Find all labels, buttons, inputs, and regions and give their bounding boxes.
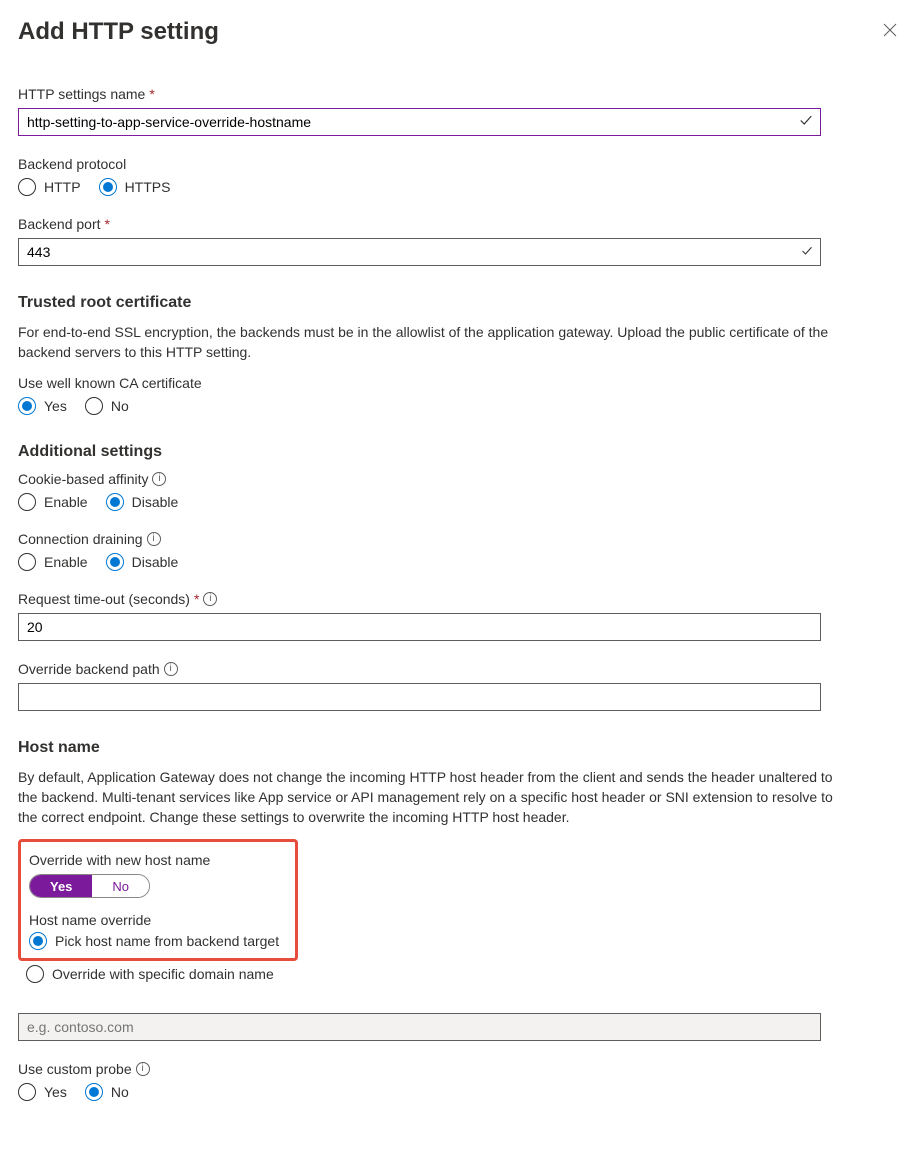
radio-icon [18,553,36,571]
info-icon[interactable]: i [203,592,217,606]
cookie-affinity-disable[interactable]: Disable [106,493,179,511]
info-icon[interactable]: i [147,532,161,546]
radio-icon [18,397,36,415]
connection-draining-enable[interactable]: Enable [18,553,88,571]
radio-icon [85,397,103,415]
info-icon[interactable]: i [152,472,166,486]
override-new-host-no[interactable]: No [92,875,149,897]
cookie-affinity-label: Cookie-based affinity [18,471,148,487]
custom-probe-yes[interactable]: Yes [18,1083,67,1101]
override-new-host-label: Override with new host name [29,852,210,868]
host-name-override-specific-label: Override with specific domain name [52,966,274,982]
custom-probe-yes-label: Yes [44,1084,67,1100]
request-timeout-input[interactable] [18,613,821,641]
override-backend-path-input[interactable] [18,683,821,711]
custom-probe-no[interactable]: No [85,1083,129,1101]
required-marker: * [149,86,154,102]
info-icon[interactable]: i [136,1062,150,1076]
well-known-ca-yes[interactable]: Yes [18,397,67,415]
radio-icon [18,493,36,511]
http-settings-name-label: HTTP settings name [18,86,145,102]
http-settings-name-input[interactable] [18,108,821,136]
host-name-override-specific[interactable]: Override with specific domain name [26,965,901,983]
well-known-ca-no-label: No [111,398,129,414]
well-known-ca-yes-label: Yes [44,398,67,414]
backend-port-label: Backend port [18,216,101,232]
trusted-root-heading: Trusted root certificate [18,294,901,312]
custom-probe-label: Use custom probe [18,1061,132,1077]
radio-icon [29,932,47,950]
domain-name-input[interactable] [18,1013,821,1041]
well-known-ca-no[interactable]: No [85,397,129,415]
required-marker: * [105,216,110,232]
backend-protocol-https-label: HTTPS [125,179,171,195]
host-name-heading: Host name [18,739,901,757]
override-new-host-yes[interactable]: Yes [30,875,92,897]
backend-protocol-http-label: HTTP [44,179,81,195]
host-name-description: By default, Application Gateway does not… [18,767,848,828]
backend-protocol-http[interactable]: HTTP [18,178,81,196]
cookie-affinity-enable-label: Enable [44,494,88,510]
override-backend-path-label: Override backend path [18,661,160,677]
radio-icon [99,178,117,196]
highlight-box: Override with new host name Yes No Host … [18,839,298,961]
additional-settings-heading: Additional settings [18,443,901,461]
host-name-override-label: Host name override [29,912,151,928]
custom-probe-no-label: No [111,1084,129,1100]
well-known-ca-label: Use well known CA certificate [18,375,202,391]
connection-draining-disable[interactable]: Disable [106,553,179,571]
cookie-affinity-disable-label: Disable [132,494,179,510]
radio-icon [85,1083,103,1101]
request-timeout-label: Request time-out (seconds) [18,591,190,607]
page-title: Add HTTP setting [18,18,219,46]
host-name-override-pick-label: Pick host name from backend target [55,933,279,949]
cookie-affinity-enable[interactable]: Enable [18,493,88,511]
radio-icon [18,1083,36,1101]
override-new-host-toggle[interactable]: Yes No [29,874,150,898]
backend-port-input[interactable] [18,238,821,266]
radio-icon [26,965,44,983]
connection-draining-disable-label: Disable [132,554,179,570]
close-icon[interactable] [879,18,901,44]
required-marker: * [194,591,199,607]
host-name-override-pick[interactable]: Pick host name from backend target [29,932,287,950]
trusted-root-description: For end-to-end SSL encryption, the backe… [18,322,848,363]
connection-draining-label: Connection draining [18,531,143,547]
radio-icon [106,553,124,571]
connection-draining-enable-label: Enable [44,554,88,570]
info-icon[interactable]: i [164,662,178,676]
backend-protocol-label: Backend protocol [18,156,126,172]
radio-icon [18,178,36,196]
radio-icon [106,493,124,511]
backend-protocol-https[interactable]: HTTPS [99,178,171,196]
